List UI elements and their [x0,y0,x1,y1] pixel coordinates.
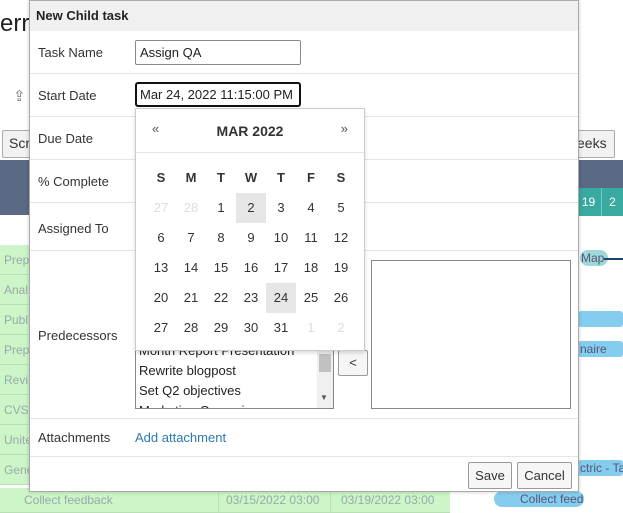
day-name: W [244,170,258,185]
calendar-day[interactable]: 28 [176,313,206,343]
day-name: T [217,170,225,185]
share-icon[interactable]: ⇪ [13,87,26,105]
calendar-day[interactable]: 20 [146,283,176,313]
calendar-day[interactable]: 9 [236,223,266,253]
list-item[interactable]: Rewrite blogpost [136,361,318,381]
cancel-button[interactable]: Cancel [517,462,572,489]
calendar-day[interactable]: 27 [146,313,176,343]
calendar-day[interactable]: 14 [176,253,206,283]
prev-month-button[interactable]: « [152,121,159,136]
day-name: T [277,170,285,185]
day-name: S [156,170,166,185]
scrollbar-thumb[interactable] [319,354,331,372]
calendar-day[interactable]: 4 [296,193,326,223]
task-name-input[interactable]: Assign QA [135,40,301,65]
percent-complete-label: % Complete [38,174,109,189]
calendar-day[interactable]: 29 [206,313,236,343]
calendar-day[interactable]: 18 [296,253,326,283]
calendar-day[interactable]: 8 [206,223,236,253]
calendar-day[interactable]: 19 [326,253,356,283]
scroll-down-icon[interactable]: ▼ [320,393,328,402]
calendar-day[interactable]: 3 [266,193,296,223]
day-name: F [307,170,315,185]
calendar-day[interactable]: 27 [146,193,176,223]
date-picker-header: « MAR 2022 » [136,109,364,153]
gantt-bar[interactable] [578,311,623,327]
calendar-day[interactable]: 25 [296,283,326,313]
calendar-day-selected[interactable]: 24 [266,283,296,313]
calendar-day[interactable]: 13 [146,253,176,283]
gantt-bar[interactable]: Collect feed [494,491,584,507]
dependency-line [604,258,623,260]
day-name: M [185,170,197,185]
calendar-day[interactable]: 15 [206,253,236,283]
calendar-day[interactable]: 22 [206,283,236,313]
calendar-day[interactable]: 7 [176,223,206,253]
start-date-input[interactable]: Mar 24, 2022 11:15:00 PM [135,82,301,107]
add-attachment-link[interactable]: Add attachment [135,430,226,445]
task-name-label: Task Name [38,45,104,60]
move-left-button[interactable]: < [338,350,368,376]
task-name-row: Task Name Assign QA [30,31,578,74]
calendar-day[interactable]: 31 [266,313,296,343]
next-month-button[interactable]: » [341,121,348,136]
calendar-day[interactable]: 2 [326,313,356,343]
month-label[interactable]: MAR 2022 [136,123,364,139]
calendar-day[interactable]: 2 [236,193,266,223]
selected-predecessors-list[interactable] [371,260,571,409]
calendar-day[interactable]: 26 [326,283,356,313]
day-name: S [336,170,346,185]
calendar-day[interactable]: 6 [146,223,176,253]
start-date-label: Start Date [38,88,97,103]
attachments-label: Attachments [38,430,111,445]
calendar-day[interactable]: 1 [206,193,236,223]
gantt-bar[interactable]: ctric - Ta [578,460,623,476]
timeline-day: 2 [602,188,623,216]
list-item[interactable]: Marketing Campaign [136,401,318,408]
calendar-day[interactable]: 1 [296,313,326,343]
calendar-day[interactable]: 17 [266,253,296,283]
save-button[interactable]: Save [468,462,512,489]
attachments-row: Attachments Add attachment [30,419,578,457]
calendar-day[interactable]: 16 [236,253,266,283]
gantt-bar[interactable]: naire [578,341,623,357]
assigned-to-label: Assigned To [38,221,109,236]
calendar-day[interactable]: 21 [176,283,206,313]
calendar-day[interactable]: 30 [236,313,266,343]
calendar-day[interactable]: 28 [176,193,206,223]
due-date-label: Due Date [38,131,93,146]
calendar-day[interactable]: 23 [236,283,266,313]
list-item[interactable]: Set Q2 objectives [136,381,318,401]
predecessors-label: Predecessors [38,328,118,343]
page-title-fragment: err [0,10,30,37]
dialog-title: New Child task [30,1,578,31]
calendar-day[interactable]: 11 [296,223,326,253]
calendar-day[interactable]: 10 [266,223,296,253]
date-picker: « MAR 2022 » S M T W T F S 27 28 1 2 3 4 5 6 7 8 9 10 11 12 1… [135,108,365,351]
calendar-day[interactable]: 12 [326,223,356,253]
calendar-day[interactable]: 5 [326,193,356,223]
timeline-day: 19 [576,188,602,216]
